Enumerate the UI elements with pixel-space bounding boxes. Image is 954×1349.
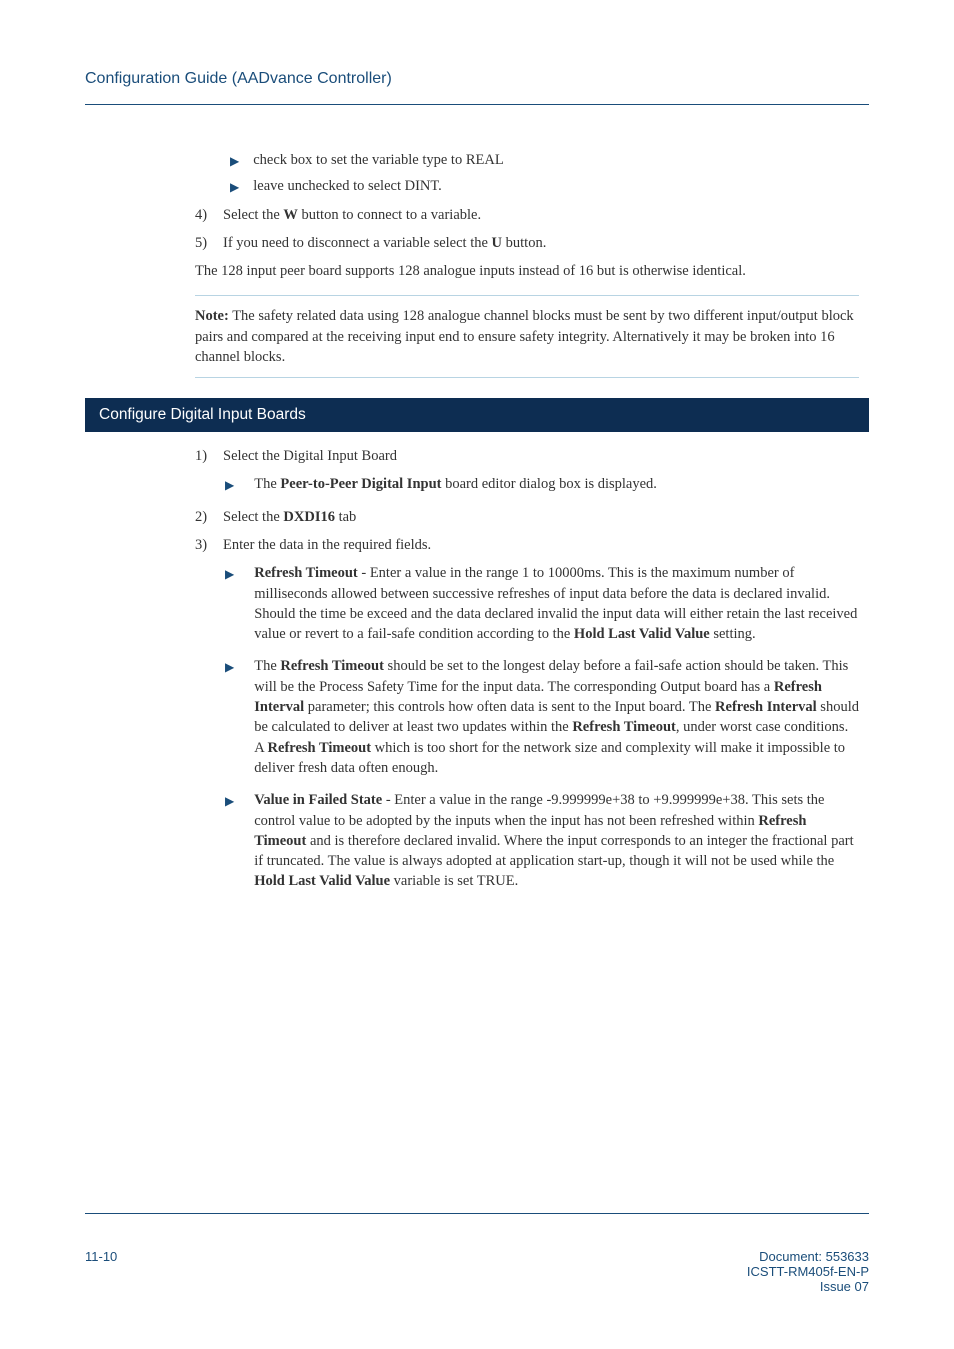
step-number: 1) [195, 446, 223, 466]
list-item: ▶ check box to set the variable type to … [230, 150, 859, 170]
numbered-item: 4) Select the W button to connect to a v… [195, 205, 859, 225]
numbered-item: 2) Select the DXDI16 tab [195, 507, 859, 527]
footer-issue: Issue 07 [747, 1279, 869, 1294]
bullet-arrow-icon: ▶ [225, 659, 234, 676]
step-text: Enter the data in the required fields. [223, 535, 431, 555]
bullet-arrow-icon: ▶ [230, 153, 239, 170]
numbered-item: 5) If you need to disconnect a variable … [195, 233, 859, 253]
step-text: Select the Digital Input Board [223, 446, 397, 466]
step-number: 4) [195, 205, 223, 225]
list-text: Refresh Timeout - Enter a value in the r… [254, 563, 859, 644]
note-block: Note: The safety related data using 128 … [195, 295, 859, 378]
list-item: ▶ Refresh Timeout - Enter a value in the… [225, 563, 859, 644]
list-text: check box to set the variable type to RE… [253, 150, 503, 170]
footer-page-number: 11-10 [85, 1249, 117, 1294]
list-text: The Refresh Timeout should be set to the… [254, 656, 859, 778]
list-text: Value in Failed State - Enter a value in… [254, 790, 859, 891]
list-item: ▶ leave unchecked to select DINT. [230, 176, 859, 196]
numbered-item: 1) Select the Digital Input Board [195, 446, 859, 466]
footer-document: Document: 553633 [747, 1249, 869, 1264]
footer-doc-info: Document: 553633 ICSTT-RM405f-EN-P Issue… [747, 1249, 869, 1294]
paragraph: The 128 input peer board supports 128 an… [195, 261, 859, 281]
numbered-item: 3) Enter the data in the required fields… [195, 535, 859, 555]
footer-reference: ICSTT-RM405f-EN-P [747, 1264, 869, 1279]
list-item: ▶ The Peer-to-Peer Digital Input board e… [225, 474, 859, 494]
note-label: Note: [195, 308, 229, 324]
bullet-arrow-icon: ▶ [225, 477, 234, 494]
note-text: The safety related data using 128 analog… [195, 308, 854, 365]
step-number: 2) [195, 507, 223, 527]
section-heading-bar: Configure Digital Input Boards [85, 398, 869, 432]
page-footer: 11-10 Document: 553633 ICSTT-RM405f-EN-P… [85, 1249, 869, 1294]
step-number: 5) [195, 233, 223, 253]
step-text: Select the DXDI16 tab [223, 507, 356, 527]
list-text: The Peer-to-Peer Digital Input board edi… [254, 474, 657, 494]
step-text: If you need to disconnect a variable sel… [223, 233, 546, 253]
bullet-arrow-icon: ▶ [225, 566, 234, 583]
list-item: ▶ Value in Failed State - Enter a value … [225, 790, 859, 891]
step-text: Select the W button to connect to a vari… [223, 205, 481, 225]
page-header-title: Configuration Guide (AADvance Controller… [85, 70, 869, 88]
list-text: leave unchecked to select DINT. [253, 176, 442, 196]
content-area: ▶ check box to set the variable type to … [195, 150, 859, 892]
step-number: 3) [195, 535, 223, 555]
bullet-arrow-icon: ▶ [225, 793, 234, 810]
footer-divider [85, 1213, 869, 1214]
list-item: ▶ The Refresh Timeout should be set to t… [225, 656, 859, 778]
header-divider [85, 104, 869, 105]
bullet-arrow-icon: ▶ [230, 179, 239, 196]
